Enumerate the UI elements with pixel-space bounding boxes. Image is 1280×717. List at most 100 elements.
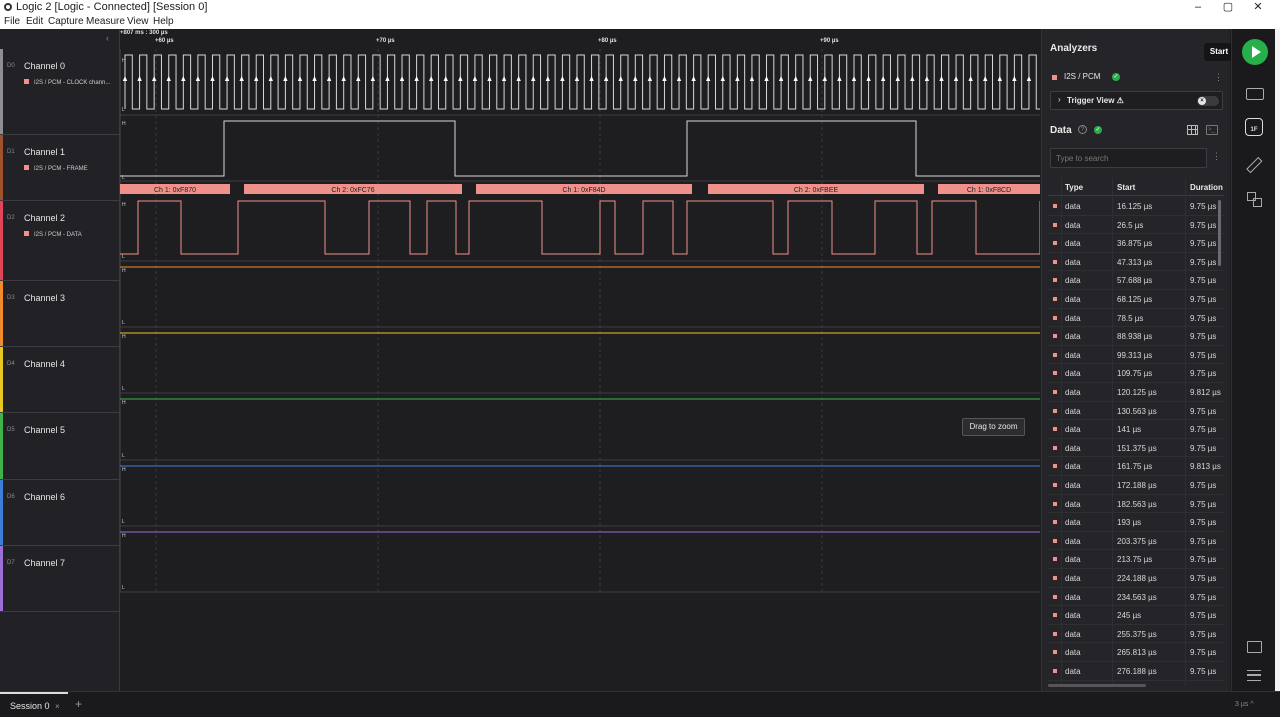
cell-start: 255.375 µs — [1117, 629, 1157, 639]
channel-name[interactable]: Channel 7 — [24, 558, 65, 568]
collapse-labels-icon[interactable]: ‹ — [106, 33, 109, 43]
channel-name[interactable]: Channel 6 — [24, 492, 65, 502]
rising-edge-marker — [414, 76, 419, 81]
table-row[interactable]: data 203.375 µs 9.75 µs — [1048, 532, 1224, 551]
search-input[interactable] — [1050, 148, 1207, 168]
cell-duration: 9.75 µs — [1190, 536, 1217, 546]
channel-color-bar — [0, 49, 3, 134]
search-menu-icon[interactable]: ⋮ — [1212, 151, 1221, 162]
table-row[interactable]: data 68.125 µs 9.75 µs — [1048, 290, 1224, 309]
channel-color-bar — [0, 546, 3, 611]
main-menu-icon[interactable] — [1244, 665, 1264, 685]
column-header-duration[interactable]: Duration — [1190, 183, 1223, 192]
start-button[interactable]: Start — [1204, 43, 1234, 61]
table-row[interactable]: data 130.563 µs 9.75 µs — [1048, 402, 1224, 421]
table-row[interactable]: data 141 µs 9.75 µs — [1048, 420, 1224, 439]
analyzer-menu-icon[interactable]: ⋮ — [1214, 72, 1223, 83]
table-row[interactable]: data 255.375 µs 9.75 µs — [1048, 625, 1224, 644]
table-row[interactable]: data 16.125 µs 9.75 µs — [1048, 197, 1224, 216]
measure-pencil-icon[interactable] — [1240, 150, 1268, 178]
channel-row-2[interactable]: D2 Channel 2 I2S / PCM - DATA — [0, 201, 120, 281]
menu-file[interactable]: File — [4, 16, 20, 27]
table-row[interactable]: data 99.313 µs 9.75 µs — [1048, 346, 1224, 365]
row-color-swatch — [1053, 241, 1057, 246]
device-settings-icon[interactable] — [1244, 83, 1264, 103]
channel-name[interactable]: Channel 0 — [24, 61, 65, 71]
time-ruler[interactable]: +807 ms : 300 µs +60 µs +70 µs +80 µs +9… — [120, 29, 1040, 49]
terminal-view-icon[interactable]: >_ — [1206, 125, 1218, 135]
table-row[interactable]: data 234.563 µs 9.75 µs — [1048, 588, 1224, 607]
table-row[interactable]: data 182.563 µs 9.75 µs — [1048, 495, 1224, 514]
help-icon[interactable]: ? — [1078, 125, 1087, 134]
channel-row-7[interactable]: D7 Channel 7 — [0, 546, 120, 612]
row-color-swatch — [1053, 538, 1057, 543]
channel-name[interactable]: Channel 4 — [24, 359, 65, 369]
channel-analyzer-tag: I2S / PCM - CLOCK chann... — [24, 79, 110, 86]
menu-capture[interactable]: Capture — [48, 16, 84, 27]
channel-color-bar — [0, 413, 3, 479]
cell-start: 276.188 µs — [1117, 667, 1157, 676]
feedback-chat-icon[interactable] — [1244, 637, 1264, 657]
analyzers-icon[interactable]: 1F — [1244, 117, 1264, 137]
rising-edge-marker — [181, 76, 186, 81]
table-row[interactable]: data 47.313 µs 9.75 µs — [1048, 253, 1224, 272]
data-title: Data — [1050, 125, 1072, 136]
session-tab[interactable]: Session 0 × — [0, 692, 68, 717]
table-view-icon[interactable] — [1187, 125, 1198, 135]
menu-edit[interactable]: Edit — [26, 16, 43, 27]
table-row[interactable]: data 26.5 µs 9.75 µs — [1048, 216, 1224, 235]
row-color-swatch — [1053, 613, 1057, 618]
channel-name[interactable]: Channel 2 — [24, 213, 65, 223]
channel-row-1[interactable]: D1 Channel 1 I2S / PCM - FRAME — [0, 135, 120, 201]
table-row[interactable]: data 172.188 µs 9.75 µs — [1048, 476, 1224, 495]
close-window-button[interactable]: ✕ — [1243, 0, 1273, 15]
table-scrollbar[interactable] — [1218, 200, 1221, 266]
rising-edge-marker — [443, 76, 448, 81]
channel-name[interactable]: Channel 1 — [24, 147, 65, 157]
channel-row-5[interactable]: D5 Channel 5 — [0, 413, 120, 480]
table-row[interactable]: data 151.375 µs 9.75 µs — [1048, 439, 1224, 458]
table-row[interactable]: data 224.188 µs 9.75 µs — [1048, 569, 1224, 588]
table-row[interactable]: data 276.188 µs 9.75 µs — [1048, 662, 1224, 681]
channel-name[interactable]: Channel 5 — [24, 425, 65, 435]
menu-help[interactable]: Help — [153, 16, 174, 27]
table-row[interactable]: data 213.75 µs 9.75 µs — [1048, 550, 1224, 569]
table-row[interactable]: data 161.75 µs 9.813 µs — [1048, 457, 1224, 476]
cell-type: data — [1065, 574, 1081, 583]
waveform-plot[interactable]: HLHLHLHLHLHLHLHLCh 1: 0xF870 Ch 2: 0xFC76… — [120, 49, 1040, 691]
rising-edge-marker — [968, 76, 973, 81]
table-row[interactable]: data 36.875 µs 9.75 µs — [1048, 234, 1224, 253]
trigger-view-row[interactable]: › Trigger View ⚠ × — [1050, 91, 1223, 110]
table-row[interactable]: data 57.688 µs 9.75 µs — [1048, 271, 1224, 290]
table-row[interactable]: data 245 µs 9.75 µs — [1048, 606, 1224, 625]
rising-edge-marker — [560, 76, 565, 81]
maximize-button[interactable]: ▢ — [1213, 0, 1243, 15]
table-horizontal-scrollbar[interactable] — [1048, 684, 1146, 687]
close-tab-icon[interactable]: × — [55, 702, 60, 711]
analyzer-item-i2s[interactable]: I2S / PCM ✓ ⋮ — [1050, 71, 1226, 85]
channel-row-3[interactable]: D3 Channel 3 — [0, 281, 120, 347]
column-header-start[interactable]: Start — [1117, 183, 1135, 192]
extensions-icon[interactable] — [1244, 189, 1264, 209]
column-header-type[interactable]: Type — [1065, 183, 1083, 192]
table-row[interactable]: data 109.75 µs 9.75 µs — [1048, 364, 1224, 383]
channel-row-4[interactable]: D4 Channel 4 — [0, 347, 120, 413]
channel-name[interactable]: Channel 3 — [24, 293, 65, 303]
low-level-marker: L — [122, 254, 125, 260]
rising-edge-marker — [953, 76, 959, 81]
menu-measure[interactable]: Measure — [86, 16, 125, 27]
add-session-button[interactable]: + — [75, 697, 82, 711]
channel-row-6[interactable]: D6 Channel 6 — [0, 480, 120, 546]
run-capture-button[interactable] — [1242, 39, 1268, 65]
table-row[interactable]: data 78.5 µs 9.75 µs — [1048, 309, 1224, 328]
rising-edge-marker — [472, 76, 478, 81]
table-row[interactable]: data 120.125 µs 9.812 µs — [1048, 383, 1224, 402]
channel-row-0[interactable]: D0 Channel 0 I2S / PCM - CLOCK chann... — [0, 49, 120, 135]
menu-view[interactable]: View — [127, 16, 149, 27]
table-row[interactable]: data 88.938 µs 9.75 µs — [1048, 327, 1224, 346]
table-row[interactable]: data 265.813 µs 9.75 µs — [1048, 643, 1224, 662]
cell-start: 224.188 µs — [1117, 574, 1157, 583]
trigger-view-toggle[interactable]: × — [1197, 96, 1219, 106]
table-row[interactable]: data 193 µs 9.75 µs — [1048, 513, 1224, 532]
minimize-button[interactable]: – — [1183, 0, 1213, 15]
